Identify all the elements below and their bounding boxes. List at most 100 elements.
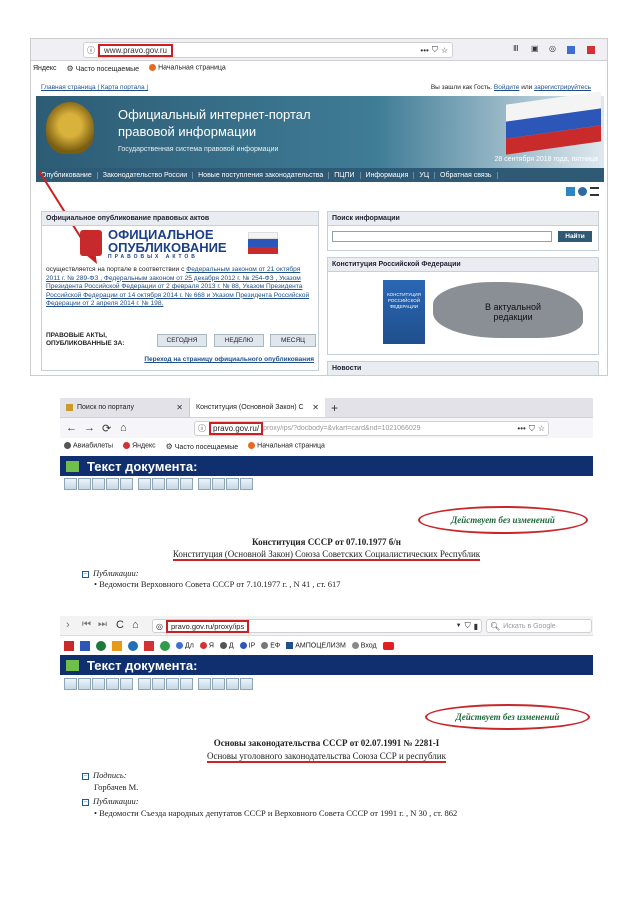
bookmark-home[interactable]: Начальная страница — [248, 442, 325, 450]
reload-icon[interactable]: ⟳ — [102, 422, 111, 435]
menu-icon[interactable] — [590, 187, 599, 196]
tool-icon[interactable] — [212, 678, 225, 690]
publish-logo[interactable]: ОФИЦИАЛЬНОЕ ОПУБЛИКОВАНИЕ ПРАВОВЫХ АКТОВ — [80, 228, 280, 262]
bookmark-ip[interactable]: IP — [239, 642, 255, 650]
bookmark-home[interactable]: Начальная страница — [149, 64, 226, 72]
extension-icon[interactable] — [567, 46, 575, 54]
tool-icon[interactable] — [64, 478, 77, 490]
back-icon[interactable]: ← — [66, 422, 77, 434]
sidebar-icon[interactable]: ▣ — [531, 44, 539, 53]
close-tab-icon[interactable]: ✕ — [312, 403, 319, 412]
more-icon[interactable]: ••• — [420, 46, 428, 55]
star-icon[interactable]: ☆ — [441, 46, 448, 55]
home-icon[interactable]: ⌂ — [120, 422, 127, 434]
save-icon[interactable]: ▮ — [474, 622, 478, 631]
constitution-book[interactable]: КОНСТИТУЦИЯ РОССИЙСКОЙ ФЕДЕРАЦИИ — [383, 280, 425, 344]
login-link[interactable]: Войдите — [494, 84, 520, 91]
publications-label[interactable]: − Публикации: — [82, 568, 139, 578]
collapse-icon[interactable]: − — [82, 799, 89, 806]
bookmark-frequent[interactable]: ⚙ Часто посещаемые — [67, 64, 140, 73]
tool-icon[interactable] — [138, 678, 151, 690]
bookmark-icon[interactable] — [64, 641, 74, 651]
tool-icon[interactable] — [92, 478, 105, 490]
search-input[interactable]: 🔍︎ Искать в Google — [486, 619, 592, 633]
bookmark-frequent[interactable]: ⚙ Часто посещаемые — [166, 442, 239, 451]
tool-icon[interactable] — [138, 478, 151, 490]
tool-icon[interactable] — [240, 678, 253, 690]
tool-icon[interactable] — [78, 678, 91, 690]
tool-icon[interactable] — [212, 478, 225, 490]
address-bar[interactable]: ⓘ www.pravo.gov.ru ••• ⛉ ☆ — [83, 42, 453, 58]
forward-icon[interactable]: → — [84, 422, 95, 434]
bookmark-icon[interactable] — [96, 641, 106, 651]
tool-icon[interactable] — [106, 678, 119, 690]
bookmark-yandex[interactable]: Яндекс — [33, 65, 57, 72]
tool-icon[interactable] — [198, 678, 211, 690]
pocket-icon[interactable]: ⛉ — [432, 45, 438, 55]
signature-label[interactable]: − Подпись: — [82, 770, 127, 780]
address-bar[interactable]: ⓘ pravo.gov.ru/ proxy/ips/?docbody=&vkar… — [194, 421, 549, 436]
tool-icon[interactable] — [198, 478, 211, 490]
bookmark-yandex[interactable]: Яндекс — [123, 442, 156, 450]
last-icon[interactable]: ⏭ — [98, 619, 107, 630]
month-button[interactable]: МЕСЯЦ — [270, 334, 316, 347]
first-icon[interactable]: ⏮ — [82, 619, 91, 630]
bookmark-login[interactable]: Вход — [351, 642, 377, 650]
publications-label[interactable]: − Публикации: — [82, 796, 139, 806]
tool-icon[interactable] — [120, 678, 133, 690]
bookmark-icon[interactable] — [128, 641, 138, 651]
bookmark-dl[interactable]: Дл — [176, 642, 194, 650]
menu-feedback[interactable]: Обратная связь — [435, 171, 498, 179]
bookmark-ampocelizm[interactable]: АМПОЦЕЛИЗМ — [286, 642, 346, 650]
twitter-icon[interactable] — [566, 187, 575, 196]
bookmark-icon[interactable] — [160, 641, 170, 651]
tool-icon[interactable] — [106, 478, 119, 490]
menu-new[interactable]: Новые поступления законодательства — [193, 171, 330, 179]
reload-icon[interactable]: C — [116, 619, 124, 631]
tool-icon[interactable] — [120, 478, 133, 490]
library-icon[interactable]: Ⅲ — [513, 44, 519, 53]
sync-icon[interactable]: ◎ — [549, 44, 556, 53]
menu-info[interactable]: Информация — [361, 171, 415, 179]
tool-icon[interactable] — [240, 478, 253, 490]
search-input[interactable] — [332, 231, 552, 242]
search-button[interactable]: Найти — [558, 231, 592, 242]
tool-icon[interactable] — [166, 678, 179, 690]
back-to-list-icon[interactable] — [66, 659, 79, 671]
goto-publication-link[interactable]: Переход на страницу официального опублик… — [144, 356, 314, 363]
bookmark-icon[interactable] — [144, 641, 154, 651]
extension-red-icon[interactable] — [587, 46, 595, 54]
bookmark-ya[interactable]: Я — [199, 642, 214, 650]
dropdown-icon[interactable]: ▼ — [456, 623, 462, 629]
register-link[interactable]: зарегистрируйтесь — [534, 84, 591, 91]
tab-search[interactable]: Поиск по порталу ✕ — [60, 398, 190, 417]
tool-icon[interactable] — [64, 678, 77, 690]
tool-icon[interactable] — [226, 478, 239, 490]
pocket-icon[interactable]: ⛉ — [529, 424, 535, 434]
back-icon[interactable]: › — [66, 619, 70, 631]
tab-constitution[interactable]: Конституция (Основной Закон) С ✕ — [190, 398, 325, 417]
menu-legislation[interactable]: Законодательство России — [98, 171, 194, 179]
menu-uc[interactable]: УЦ — [414, 171, 435, 179]
collapse-icon[interactable]: − — [82, 571, 89, 578]
bookmark-avia[interactable]: Авиабилеты — [64, 442, 113, 450]
week-button[interactable]: НЕДЕЛЮ — [214, 334, 264, 347]
today-button[interactable]: СЕГОДНЯ — [157, 334, 207, 347]
home-link[interactable]: Главная страница | Карта портала | — [41, 84, 148, 91]
back-to-list-icon[interactable] — [66, 460, 79, 472]
tool-icon[interactable] — [92, 678, 105, 690]
new-tab-icon[interactable]: + — [331, 398, 338, 417]
collapse-icon[interactable]: − — [82, 773, 89, 780]
close-tab-icon[interactable]: ✕ — [176, 403, 183, 412]
address-bar[interactable]: ◎ pravo.gov.ru/proxy/ips ▼ ⛉ ▮ — [152, 619, 482, 633]
home-icon[interactable]: ⌂ — [132, 619, 139, 631]
bookmark-ef[interactable]: ЕФ — [261, 642, 280, 650]
bookmark-icon[interactable] — [112, 641, 122, 651]
tool-icon[interactable] — [152, 678, 165, 690]
tool-icon[interactable] — [78, 478, 91, 490]
tool-icon[interactable] — [152, 478, 165, 490]
tool-icon[interactable] — [166, 478, 179, 490]
more-icon[interactable]: ••• — [517, 424, 525, 433]
pocket-icon[interactable]: ⛉ — [465, 621, 471, 631]
menu-pcpi[interactable]: ПЦПИ — [329, 171, 361, 179]
